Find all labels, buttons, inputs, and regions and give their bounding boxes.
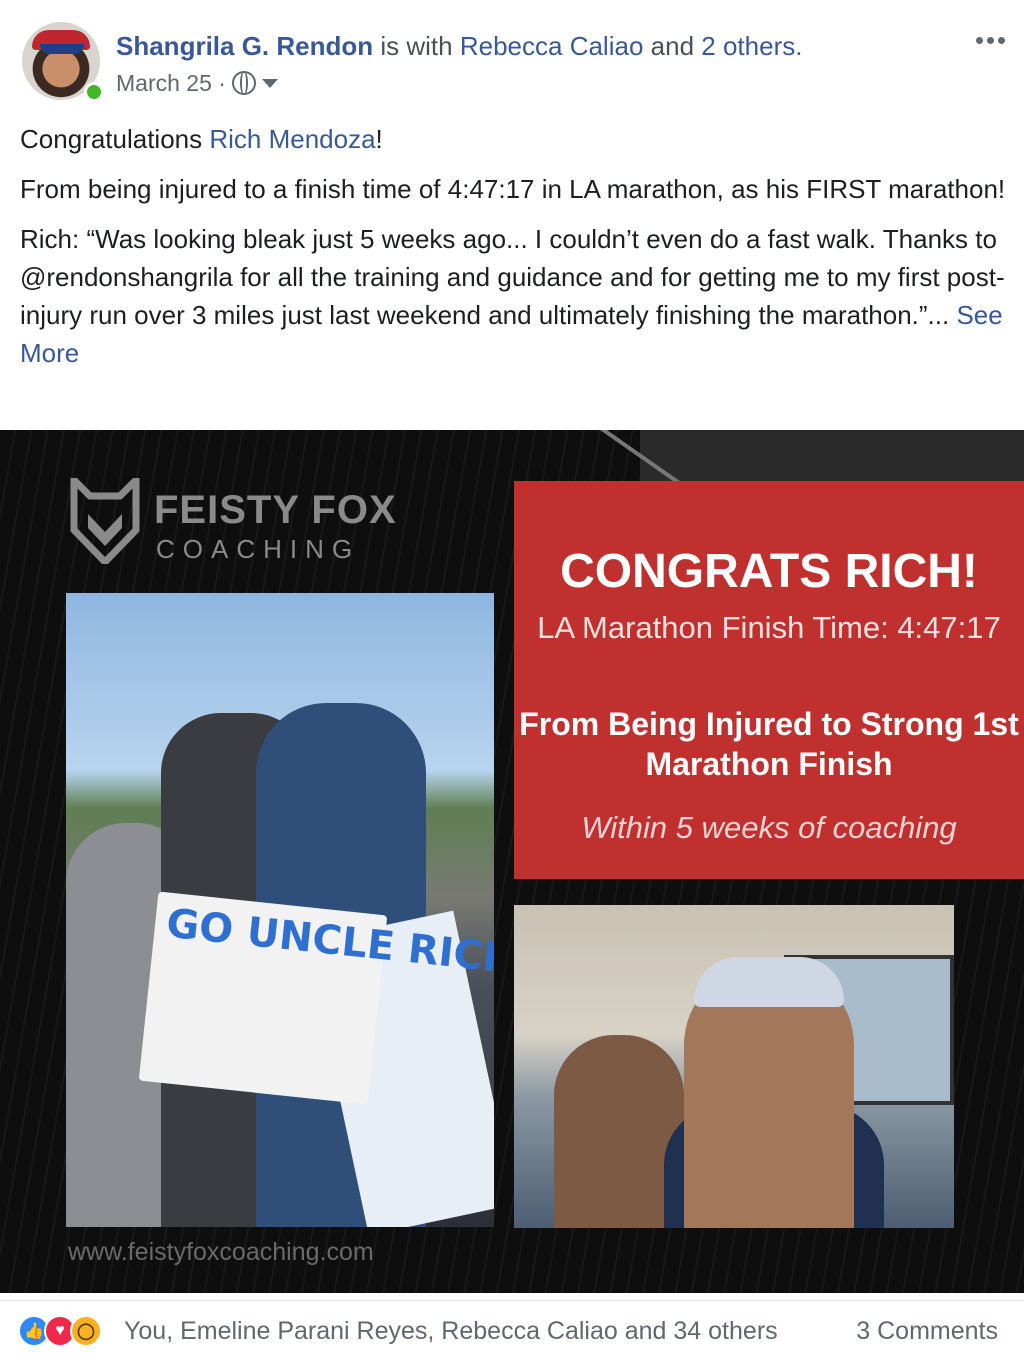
post-paragraph-3: Rich: “Was looking bleak just 5 weeks ag… — [20, 220, 1010, 372]
avatar-visor — [40, 44, 84, 54]
post-header: Shangrila G. Rendon is with Rebecca Cali… — [0, 0, 1024, 112]
author-line: Shangrila G. Rendon is with Rebecca Cali… — [116, 30, 802, 62]
post-paragraph-1: Congratulations Rich Mendoza! — [20, 120, 1010, 158]
quote-text: Rich: “Was looking bleak just 5 weeks ag… — [20, 224, 1005, 330]
post-body: Congratulations Rich Mendoza! From being… — [20, 120, 1010, 384]
reactions-bar: 👍 ♥ ◯ You, Emeline Parani Reyes, Rebecca… — [0, 1300, 1024, 1362]
post-paragraph-2: From being injured to a finish time of 4… — [20, 174, 1006, 204]
reaction-icons[interactable]: 👍 ♥ ◯ — [18, 1315, 118, 1349]
dot-icon — [986, 36, 994, 44]
greeting-suffix: ! — [375, 124, 383, 154]
subhead-text: From Being Injured to Strong 1st Maratho… — [519, 706, 1019, 782]
logo-subtitle: COACHING — [156, 534, 361, 564]
finish-time-text: LA Marathon Finish Time: 4:47:17 — [537, 610, 1001, 645]
cap-shape — [694, 957, 844, 1007]
author-name-link[interactable]: Shangrila G. Rendon — [116, 31, 373, 61]
wow-icon[interactable]: ◯ — [70, 1315, 102, 1347]
dot-icon — [997, 36, 1005, 44]
globe-icon[interactable] — [231, 71, 256, 95]
tagline-text: Within 5 weeks of coaching — [581, 810, 957, 845]
logo-title: FEISTY FOX — [154, 488, 397, 532]
brand-logo: FEISTY FOX COACHING — [70, 478, 400, 568]
others-link[interactable]: 2 others. — [701, 31, 802, 61]
fox-icon — [70, 478, 140, 564]
tagged-person-link[interactable]: Rebecca Caliao — [460, 31, 644, 61]
online-status-icon — [84, 82, 104, 102]
greeting-text: Congratulations — [20, 124, 210, 154]
chevron-down-icon[interactable] — [261, 78, 278, 88]
and-text: and — [650, 31, 695, 61]
with-text: is with — [380, 31, 453, 61]
website-watermark: www.feistyfoxcoaching.com — [68, 1238, 374, 1266]
selfie-photo — [514, 905, 954, 1228]
runner-group-photo: GO UNCLE RICH — [66, 593, 494, 1227]
more-options-button[interactable] — [972, 28, 1008, 52]
post-meta: March 25 · — [116, 68, 278, 98]
reaction-summary-link[interactable]: You, Emeline Parani Reyes, Rebecca Calia… — [124, 1317, 778, 1346]
mention-link[interactable]: Rich Mendoza — [209, 124, 375, 154]
congrats-headline: CONGRATS RICH! — [560, 545, 978, 598]
comments-count-link[interactable]: 3 Comments — [856, 1317, 998, 1346]
post-date-link[interactable]: March 25 · — [116, 68, 226, 98]
dot-icon — [975, 36, 983, 44]
